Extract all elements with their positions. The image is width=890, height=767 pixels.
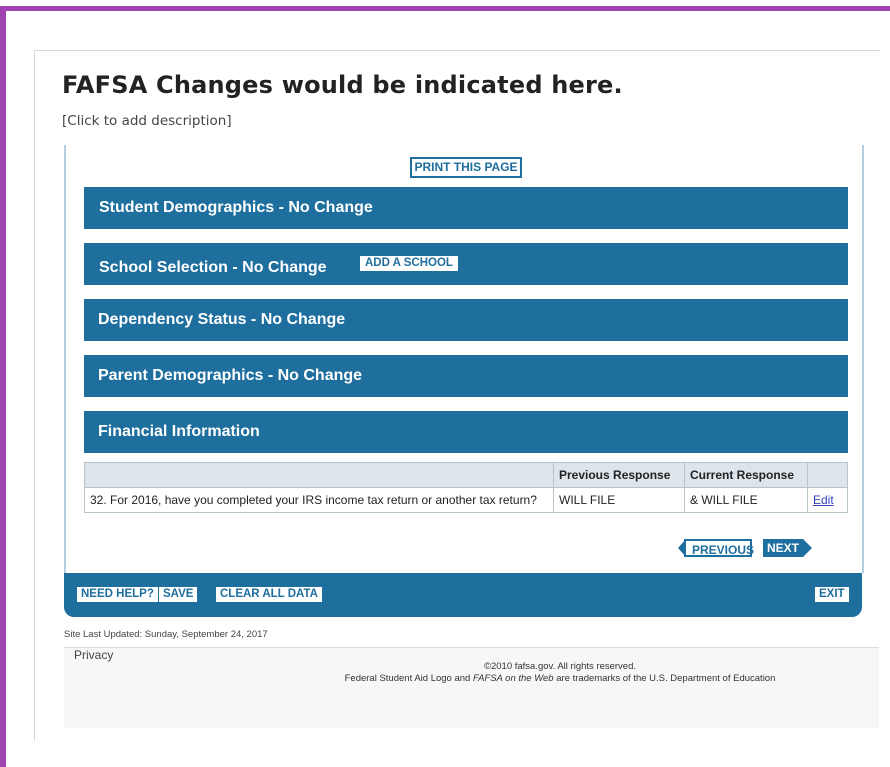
footer-divider xyxy=(64,647,879,648)
exit-button[interactable]: EXIT xyxy=(815,587,849,602)
copyright-text: ©2010 fafsa.gov. All rights reserved. xyxy=(483,661,637,672)
next-button[interactable]: NEXT xyxy=(763,539,803,557)
column-header-action xyxy=(807,462,848,488)
previous-response-cell: WILL FILE xyxy=(553,487,685,513)
need-help-button[interactable]: NEED HELP? xyxy=(77,587,158,602)
column-header-previous: Previous Response xyxy=(553,462,685,488)
privacy-link[interactable]: Privacy xyxy=(74,648,113,662)
section-label: Financial Information xyxy=(98,423,260,440)
add-school-button[interactable]: ADD A SCHOOL xyxy=(360,256,458,271)
section-school-selection[interactable]: School Selection - No Change ADD A SCHOO… xyxy=(84,243,848,285)
table-header-row: Previous Response Current Response xyxy=(84,462,848,488)
trademark-text-pre: Federal Student Aid Logo and xyxy=(344,673,473,684)
section-student-demographics[interactable]: Student Demographics - No Change xyxy=(84,187,848,229)
financial-info-table: Previous Response Current Response 32. F… xyxy=(84,462,848,513)
frame-border-left xyxy=(0,6,6,767)
print-page-button[interactable]: PRINT THIS PAGE xyxy=(410,157,522,178)
slide-description[interactable]: [Click to add description] xyxy=(62,113,232,129)
current-response-cell: & WILL FILE xyxy=(684,487,808,513)
clear-all-data-button[interactable]: CLEAR ALL DATA xyxy=(216,587,322,602)
action-cell: Edit xyxy=(807,487,848,513)
section-label: Parent Demographics - No Change xyxy=(98,367,363,384)
section-financial-information[interactable]: Financial Information xyxy=(84,411,848,453)
previous-button[interactable]: PREVIOUS xyxy=(684,539,754,557)
save-button[interactable]: SAVE xyxy=(159,587,198,602)
slide-title[interactable]: FAFSA Changes would be indicated here. xyxy=(62,71,623,99)
trademark-text-product: FAFSA on the Web xyxy=(472,673,554,684)
question-cell: 32. For 2016, have you completed your IR… xyxy=(84,487,554,513)
section-label: School Selection - No Change xyxy=(99,259,327,276)
trademark-text: Federal Student Aid Logo and FAFSA on th… xyxy=(0,673,890,684)
footer-area xyxy=(64,648,879,728)
site-last-updated: Site Last Updated: Sunday, September 24,… xyxy=(64,629,268,640)
section-parent-demographics[interactable]: Parent Demographics - No Change xyxy=(84,355,848,397)
next-arrow-icon xyxy=(803,539,812,557)
column-header-question xyxy=(84,462,554,488)
column-header-current: Current Response xyxy=(684,462,808,488)
section-label: Dependency Status - No Change xyxy=(98,311,346,328)
edit-link[interactable]: Edit xyxy=(813,493,834,507)
section-dependency-status[interactable]: Dependency Status - No Change xyxy=(84,299,848,341)
table-row: 32. For 2016, have you completed your IR… xyxy=(84,487,848,513)
trademark-text-post: are trademarks of the U.S. Department of… xyxy=(553,673,776,684)
section-label: Student Demographics - No Change xyxy=(99,199,373,216)
frame-border-top xyxy=(0,6,890,11)
